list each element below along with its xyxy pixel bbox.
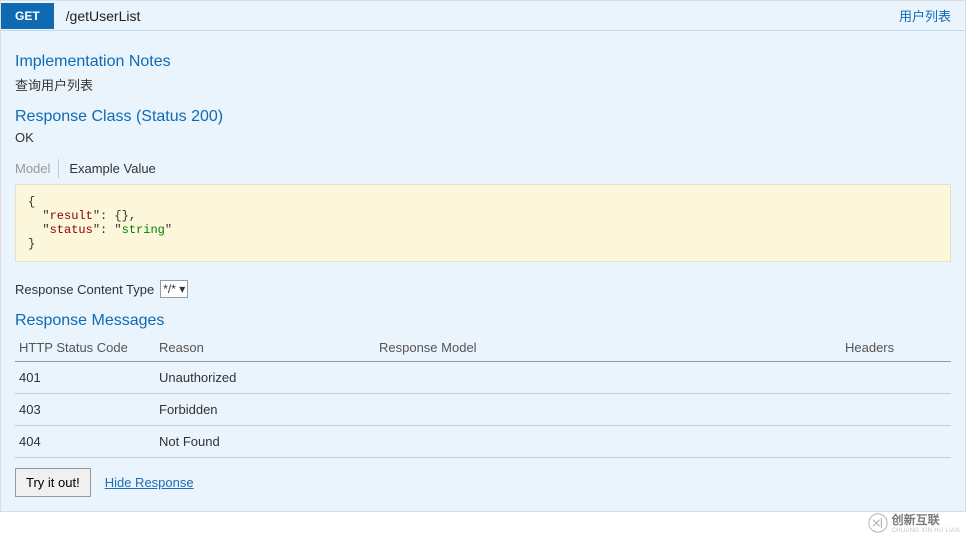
response-content-type-select[interactable]: */* ▾ [160, 280, 188, 298]
table-row: 404 Not Found [15, 426, 951, 458]
method-badge: GET [1, 3, 54, 29]
table-row: 403 Forbidden [15, 394, 951, 426]
endpoint-path: /getUserList [54, 8, 899, 24]
watermark-sub: CHUANG XIN HU LIAN [892, 528, 960, 534]
status-code: 403 [15, 394, 155, 426]
response-content-type-label: Response Content Type [15, 282, 154, 297]
status-reason: Unauthorized [155, 362, 375, 394]
example-value-code[interactable]: { "result": {}, "status": "string" } [15, 184, 951, 262]
response-messages-table: HTTP Status Code Reason Response Model H… [15, 334, 951, 458]
status-reason: Not Found [155, 426, 375, 458]
status-code: 401 [15, 362, 155, 394]
code-line: { [28, 195, 35, 209]
operation-panel: GET /getUserList 用户列表 Implementation Not… [0, 0, 966, 512]
col-http-status: HTTP Status Code [15, 334, 155, 362]
watermark: 创新互联 CHUANG XIN HU LIAN [868, 511, 960, 534]
response-content-type-row: Response Content Type */* ▾ [15, 280, 951, 298]
col-headers: Headers [841, 334, 951, 362]
status-code: 404 [15, 426, 155, 458]
action-row: Try it out! Hide Response [15, 468, 951, 497]
table-row: 401 Unauthorized [15, 362, 951, 394]
hide-response-link[interactable]: Hide Response [105, 475, 194, 490]
col-reason: Reason [155, 334, 375, 362]
endpoint-summary[interactable]: 用户列表 [899, 6, 965, 25]
try-it-out-button[interactable]: Try it out! [15, 468, 91, 497]
col-response-model: Response Model [375, 334, 841, 362]
watermark-icon [868, 513, 888, 533]
tab-model[interactable]: Model [15, 159, 59, 178]
tab-example-value[interactable]: Example Value [69, 159, 163, 178]
operation-header[interactable]: GET /getUserList 用户列表 [1, 1, 965, 31]
response-class-status: OK [15, 130, 951, 145]
watermark-text: 创新互联 [892, 511, 960, 528]
status-reason: Forbidden [155, 394, 375, 426]
response-class-heading: Response Class (Status 200) [15, 108, 951, 126]
response-messages-heading: Response Messages [15, 312, 951, 330]
operation-content: Implementation Notes 查询用户列表 Response Cla… [1, 31, 965, 511]
implementation-notes-heading: Implementation Notes [15, 53, 951, 71]
implementation-notes-text: 查询用户列表 [15, 75, 951, 94]
code-line: } [28, 237, 35, 251]
schema-tabs: Model Example Value [15, 159, 951, 178]
